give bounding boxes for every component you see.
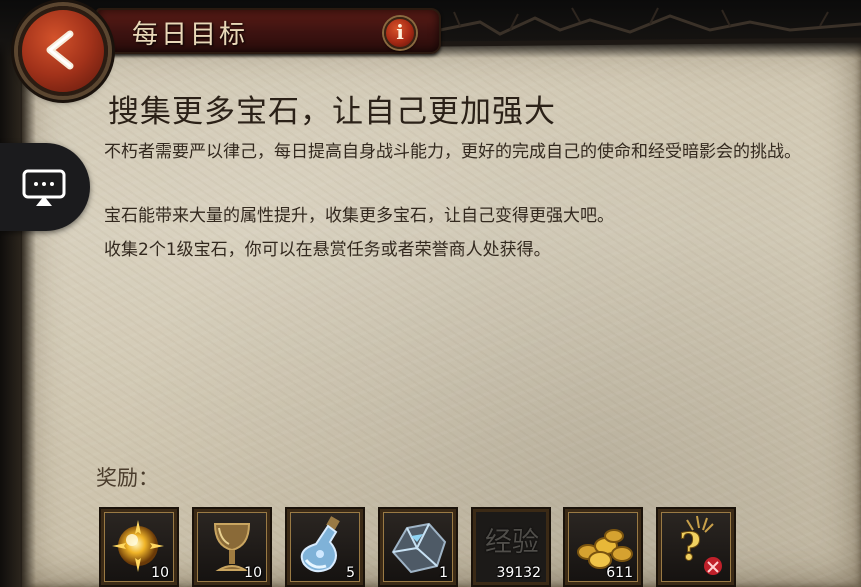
reward-count: 1 xyxy=(439,565,448,581)
reward-potion[interactable]: 5 xyxy=(287,509,363,585)
task-headline: 搜集更多宝石，让自己更加强大 xyxy=(108,94,556,130)
left-frame xyxy=(0,40,36,587)
reward-count: 10 xyxy=(151,565,169,581)
mystery-reward-icon: ? xyxy=(679,515,722,575)
rewards-label: 奖励： xyxy=(96,466,159,490)
task-description-2: 宝石能带来大量的属性提升，收集更多宝石，让自己变得更强大吧。 xyxy=(104,206,614,226)
reward-mystery[interactable]: ? xyxy=(658,509,734,585)
screen-mirror-button[interactable] xyxy=(0,143,90,231)
reward-gold-coins[interactable]: 611 xyxy=(565,509,641,585)
reward-count: 39132 xyxy=(496,565,541,581)
page-title: 每日目标 xyxy=(132,20,249,50)
svg-text:?: ? xyxy=(679,524,701,569)
experience-label: 经验 xyxy=(485,527,539,558)
reward-count: 5 xyxy=(346,565,355,581)
reward-count: 10 xyxy=(244,565,262,581)
info-button[interactable]: i xyxy=(384,17,416,49)
back-arrow-icon xyxy=(46,30,74,70)
screen-mirror-icon xyxy=(22,169,66,206)
task-description-1: 不朽者需要严以律己，每日提高自身战斗能力，更好的完成自己的使命和经受暗影会的挑战… xyxy=(104,142,801,162)
task-description-3: 收集2个1级宝石，你可以在悬赏任务或者荣誉商人处获得。 xyxy=(104,240,551,260)
reward-experience[interactable]: 经验 39132 xyxy=(473,509,549,585)
reward-chalice[interactable]: 10 xyxy=(194,509,270,585)
reward-golden-orb[interactable]: 10 xyxy=(101,509,177,585)
reward-count: 611 xyxy=(606,565,633,581)
back-button[interactable] xyxy=(18,6,108,96)
reward-crystal-ore[interactable]: 1 xyxy=(380,509,456,585)
thorn-frame-decoration xyxy=(440,7,861,47)
